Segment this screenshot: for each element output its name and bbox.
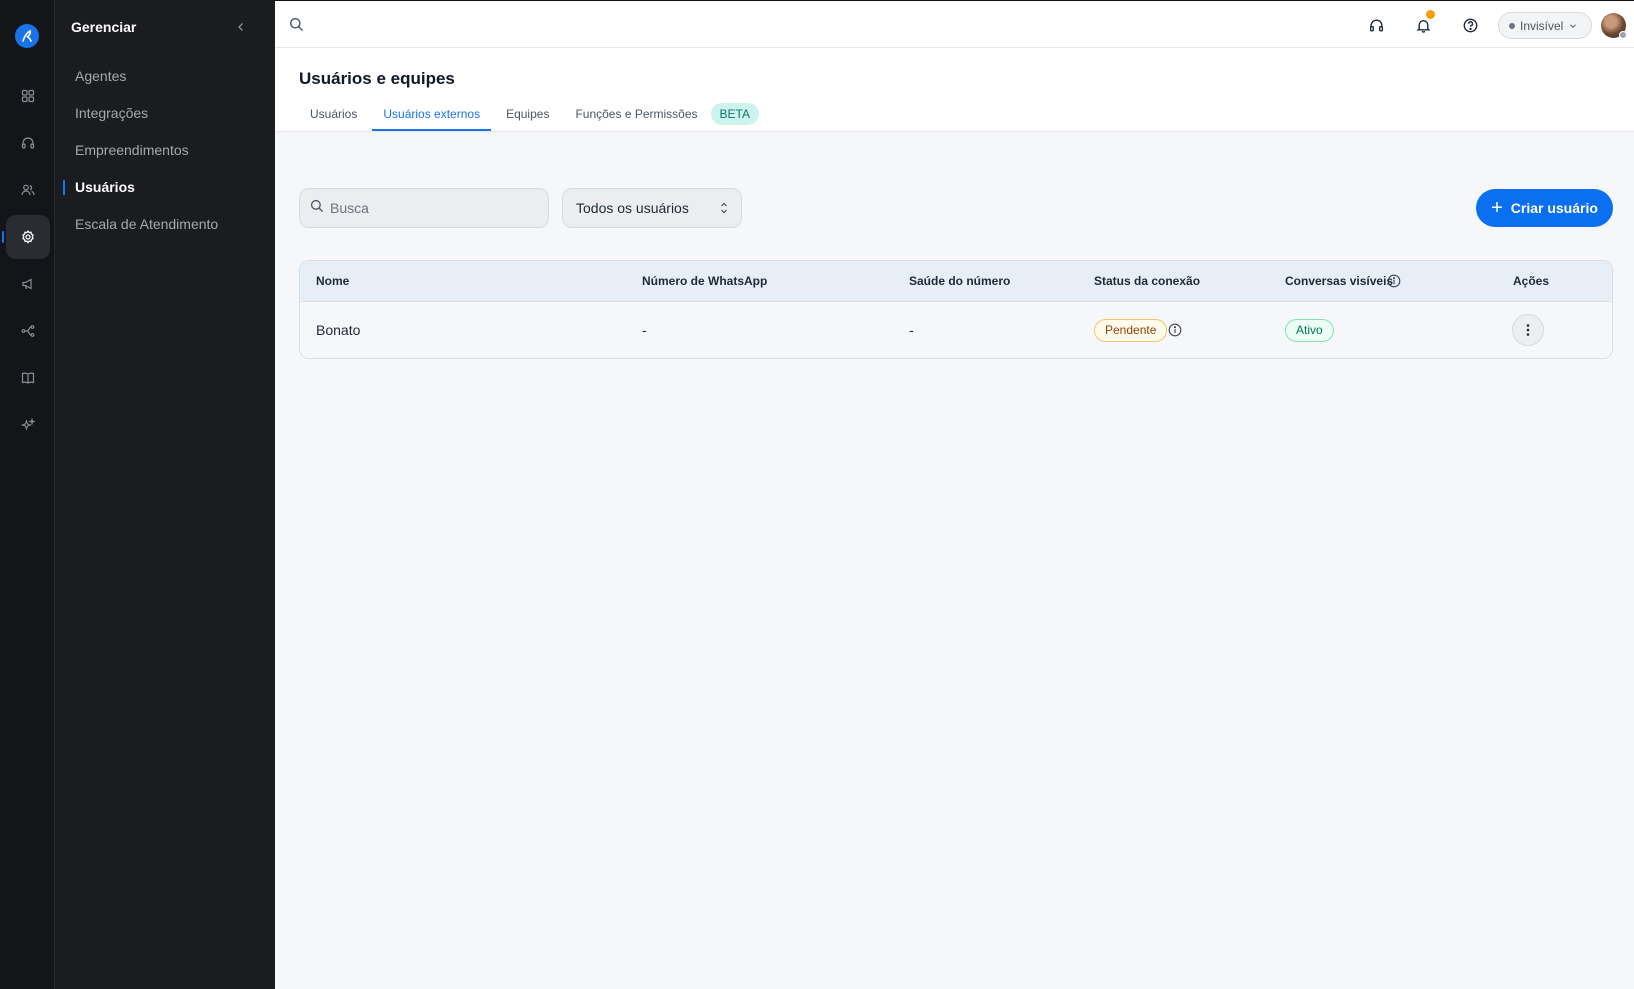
- create-user-label: Criar usuário: [1510, 200, 1598, 216]
- user-filter-value: Todos os usuários: [576, 200, 689, 216]
- updown-chevron-icon: [719, 201, 729, 218]
- cell-name: Bonato: [316, 322, 361, 338]
- row-actions-button[interactable]: [1512, 314, 1544, 346]
- beta-badge: BETA: [710, 103, 759, 125]
- presence-status-label: Invisível: [1520, 18, 1564, 33]
- status-badge-pending: Pendente: [1094, 319, 1168, 342]
- column-header-whatsapp: Número de WhatsApp: [642, 274, 768, 288]
- tab-equipes[interactable]: Equipes: [495, 99, 560, 129]
- status-badge-active: Ativo: [1285, 319, 1334, 342]
- settings-icon[interactable]: [2, 215, 50, 259]
- column-header-acoes: Ações: [1513, 274, 1550, 288]
- search-icon[interactable]: [289, 17, 304, 37]
- external-users-table: Nome Número de WhatsApp Saúde do número …: [299, 260, 1613, 359]
- user-filter-select[interactable]: Todos os usuários: [562, 188, 742, 228]
- manage-menu: Agentes Integrações Empreendimentos Usuá…: [55, 58, 275, 243]
- dashboard-icon[interactable]: [6, 74, 50, 118]
- table-row[interactable]: Bonato - - Pendente Ativo: [300, 302, 1612, 358]
- bell-icon[interactable]: [1413, 9, 1436, 35]
- column-header-conversas: Conversas visíveis: [1285, 274, 1394, 288]
- manage-panel: Gerenciar Agentes Integrações Empreendim…: [55, 0, 275, 989]
- logo-icon[interactable]: [15, 24, 39, 48]
- cell-whatsapp: -: [642, 322, 647, 338]
- create-user-button[interactable]: + Criar usuário: [1476, 189, 1613, 227]
- cell-health: -: [909, 322, 914, 338]
- sidebar-item-empreendimentos[interactable]: Empreendimentos: [55, 132, 275, 169]
- sidebar-item-integracoes[interactable]: Integrações: [55, 95, 275, 132]
- help-icon[interactable]: [1460, 15, 1480, 35]
- notification-badge: [1425, 9, 1436, 20]
- tab-usuarios[interactable]: Usuários: [299, 99, 368, 129]
- sidebar-item-escala[interactable]: Escala de Atendimento: [55, 206, 275, 243]
- tab-bar: Usuários Usuários externos Equipes Funçõ…: [299, 99, 759, 131]
- search-input[interactable]: [330, 200, 530, 216]
- presence-status-dropdown[interactable]: Invisível: [1498, 12, 1592, 39]
- sparkles-icon[interactable]: [6, 403, 50, 447]
- info-icon[interactable]: [1387, 274, 1401, 288]
- avatar-status-badge: [1619, 31, 1627, 39]
- headset-icon[interactable]: [6, 121, 50, 165]
- more-vertical-icon: [1526, 324, 1530, 336]
- collapse-chevron-icon[interactable]: [231, 17, 251, 37]
- page-header: Usuários e equipes Usuários Usuários ext…: [275, 48, 1634, 132]
- sidebar-item-usuarios[interactable]: Usuários: [55, 169, 275, 206]
- users-icon[interactable]: [6, 168, 50, 212]
- column-header-status: Status da conexão: [1094, 274, 1201, 288]
- megaphone-icon[interactable]: [6, 262, 50, 306]
- book-icon[interactable]: [6, 356, 50, 400]
- panel-title: Gerenciar: [71, 19, 137, 35]
- column-header-nome: Nome: [316, 274, 350, 288]
- tab-usuarios-externos[interactable]: Usuários externos: [372, 99, 491, 131]
- icon-rail: [0, 0, 55, 989]
- table-header: Nome Número de WhatsApp Saúde do número …: [300, 261, 1612, 302]
- column-header-saude: Saúde do número: [909, 274, 1011, 288]
- main-content: Invisível Usuários e equipes Usuários Us…: [275, 0, 1634, 989]
- headset-icon[interactable]: [1366, 15, 1386, 35]
- topbar: Invisível: [275, 0, 1634, 48]
- flow-icon[interactable]: [6, 309, 50, 353]
- avatar[interactable]: [1601, 13, 1627, 39]
- page-title: Usuários e equipes: [299, 69, 455, 88]
- sidebar-item-agentes[interactable]: Agentes: [55, 58, 275, 95]
- search-field[interactable]: [299, 188, 549, 228]
- status-dot-icon: [1509, 22, 1515, 29]
- chevron-down-icon: [1569, 19, 1577, 33]
- info-icon[interactable]: [1168, 323, 1182, 337]
- search-icon: [310, 199, 324, 218]
- plus-icon: +: [1491, 197, 1503, 219]
- tab-funcoes-permissoes[interactable]: Funções e Permissões: [564, 99, 708, 129]
